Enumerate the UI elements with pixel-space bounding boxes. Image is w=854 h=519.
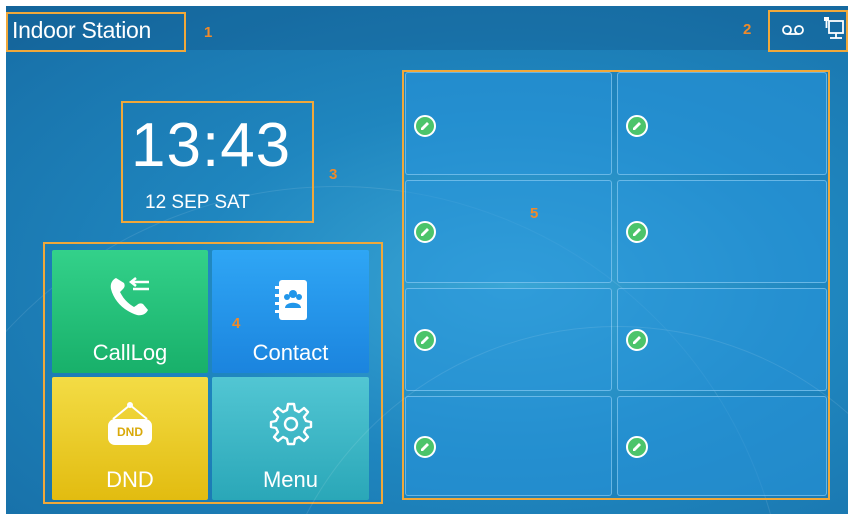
annotation-number-1: 1	[204, 24, 213, 41]
annotation-box-3	[121, 101, 314, 223]
annotation-number-3: 3	[329, 166, 338, 183]
annotation-number-2: 2	[743, 21, 752, 38]
annotation-number-5: 5	[530, 205, 539, 222]
annotation-box-2	[768, 10, 848, 52]
annotation-number-4: 4	[232, 315, 241, 332]
indoor-station-screen: Indoor Station 13:43 12 SEP SAT CallLog	[6, 6, 848, 514]
dsskey-7[interactable]	[405, 396, 612, 496]
dsskey-8[interactable]	[617, 396, 827, 496]
edit-pencil-icon[interactable]	[626, 329, 648, 351]
annotation-box-5	[402, 70, 830, 500]
edit-pencil-icon[interactable]	[626, 436, 648, 458]
edit-pencil-icon[interactable]	[414, 436, 436, 458]
annotation-box-1	[6, 12, 186, 52]
annotation-box-4	[43, 242, 383, 504]
